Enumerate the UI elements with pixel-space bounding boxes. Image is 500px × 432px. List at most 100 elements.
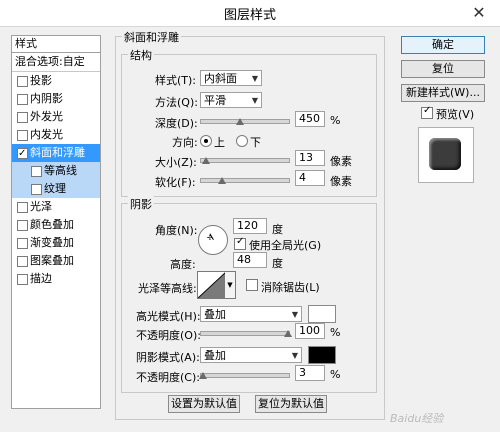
close-icon[interactable]: ✕ [466,3,492,22]
depth-label: 深度(D): [155,117,198,130]
styles-list: 样式 混合选项:自定 投影 内阴影 外发光 内发光 斜面和浮雕 等高线 纹理 光… [11,35,101,409]
shadow-opacity-thumb[interactable] [199,372,207,379]
shadow-mode-select[interactable]: 叠加 ▼ [200,347,302,363]
style-item-label: 图案叠加 [30,254,74,267]
altitude-label: 高度: [170,258,196,271]
antialias-label: 消除锯齿(L) [261,281,320,294]
blending-options-item[interactable]: 混合选项:自定 [12,53,100,72]
style-item-drop-shadow[interactable]: 投影 [12,72,100,90]
watermark-text: Baidu经验 [390,412,444,425]
depth-input[interactable]: 450 [295,111,325,127]
highlight-opacity-input[interactable]: 100 [295,323,325,339]
direction-up-label: 上 [214,136,225,149]
antialias-checkbox[interactable] [246,279,258,291]
bevel-emboss-title: 斜面和浮雕 [122,29,181,45]
size-slider[interactable] [200,158,290,163]
soften-input[interactable]: 4 [295,170,325,186]
chevron-down-icon[interactable]: ▼ [225,271,236,299]
soften-label: 软化(F): [155,176,196,189]
highlight-mode-value: 叠加 [204,308,226,321]
direction-down-radio[interactable] [236,135,248,147]
shadow-opacity-slider[interactable] [200,373,290,378]
structure-title: 结构 [128,47,154,63]
highlight-mode-select[interactable]: 叠加 ▼ [200,306,302,322]
highlight-color-swatch[interactable] [308,305,336,323]
style-checkbox-checked[interactable] [17,145,28,163]
style-item-label: 颜色叠加 [30,218,74,231]
highlight-mode-label: 高光模式(H): [136,310,201,323]
new-style-button[interactable]: 新建样式(W)... [401,84,485,102]
dialog-body: 样式 混合选项:自定 投影 内阴影 外发光 内发光 斜面和浮雕 等高线 纹理 光… [0,27,500,432]
preview-label: 预览(V) [436,108,475,121]
direction-down-label: 下 [250,136,261,149]
style-item-satin[interactable]: 光泽 [12,198,100,216]
shadow-mode-value: 叠加 [204,349,226,362]
style-checkbox[interactable] [17,76,28,87]
shadow-opacity-unit: % [330,368,341,381]
gloss-contour-picker[interactable] [197,271,227,299]
blending-options-label: 混合选项:自定 [15,55,85,68]
style-item-inner-glow[interactable]: 内发光 [12,126,100,144]
style-item-bevel-emboss[interactable]: 斜面和浮雕 [12,144,100,163]
altitude-unit: 度 [272,257,283,270]
style-select[interactable]: 内斜面 ▼ [200,70,262,86]
styles-header[interactable]: 样式 [12,36,100,53]
style-checkbox[interactable] [17,256,28,267]
method-select[interactable]: 平滑 ▼ [200,92,262,108]
style-item-label: 外发光 [30,110,63,123]
style-item-label: 纹理 [44,182,66,195]
chevron-down-icon: ▼ [291,351,298,360]
style-checkbox[interactable] [17,274,28,285]
highlight-opacity-unit: % [330,326,341,339]
reset-button[interactable]: 复位 [401,60,485,78]
angle-dial[interactable]: ✢ [198,225,228,255]
chevron-down-icon: ▼ [251,96,258,105]
style-item-pattern-overlay[interactable]: 图案叠加 [12,252,100,270]
highlight-opacity-thumb[interactable] [284,330,292,337]
style-checkbox[interactable] [31,166,42,177]
method-label: 方法(Q): [155,96,198,109]
style-checkbox[interactable] [17,238,28,249]
shadow-color-swatch[interactable] [308,346,336,364]
depth-slider-thumb[interactable] [236,118,244,125]
size-unit: 像素 [330,155,352,168]
title-bar: 图层样式 ✕ [0,0,500,27]
style-item-color-overlay[interactable]: 颜色叠加 [12,216,100,234]
style-item-gradient-overlay[interactable]: 渐变叠加 [12,234,100,252]
style-item-label: 渐变叠加 [30,236,74,249]
soften-unit: 像素 [330,175,352,188]
style-item-texture[interactable]: 纹理 [12,180,100,198]
size-slider-thumb[interactable] [202,157,210,164]
altitude-input[interactable]: 48 [233,252,267,268]
style-checkbox[interactable] [17,112,28,123]
style-checkbox[interactable] [17,220,28,231]
style-checkbox[interactable] [17,94,28,105]
shadow-opacity-input[interactable]: 3 [295,365,325,381]
direction-up-radio[interactable] [200,135,212,147]
preview-bevel-swatch [429,138,461,170]
style-checkbox[interactable] [17,130,28,141]
global-light-checkbox[interactable] [234,236,246,250]
reset-default-button[interactable]: 复位为默认值 [255,395,327,413]
depth-unit: % [330,114,341,127]
style-checkbox[interactable] [17,202,28,213]
angle-unit: 度 [272,223,283,236]
soften-slider-thumb[interactable] [218,177,226,184]
style-item-inner-shadow[interactable]: 内阴影 [12,90,100,108]
style-item-outer-glow[interactable]: 外发光 [12,108,100,126]
style-item-label: 光泽 [30,200,52,213]
make-default-button[interactable]: 设置为默认值 [168,395,240,413]
angle-input[interactable]: 120 [233,218,267,234]
soften-slider[interactable] [200,178,290,183]
angle-label: 角度(N): [155,224,198,237]
style-item-stroke[interactable]: 描边 [12,270,100,288]
ok-button[interactable]: 确定 [401,36,485,54]
shading-title: 阴影 [128,196,154,212]
style-item-contour[interactable]: 等高线 [12,162,100,180]
size-input[interactable]: 13 [295,150,325,166]
highlight-opacity-slider[interactable] [200,331,290,336]
depth-slider[interactable] [200,119,290,124]
style-checkbox[interactable] [31,184,42,195]
style-item-label: 内阴影 [30,92,63,105]
preview-checkbox[interactable] [421,105,433,119]
